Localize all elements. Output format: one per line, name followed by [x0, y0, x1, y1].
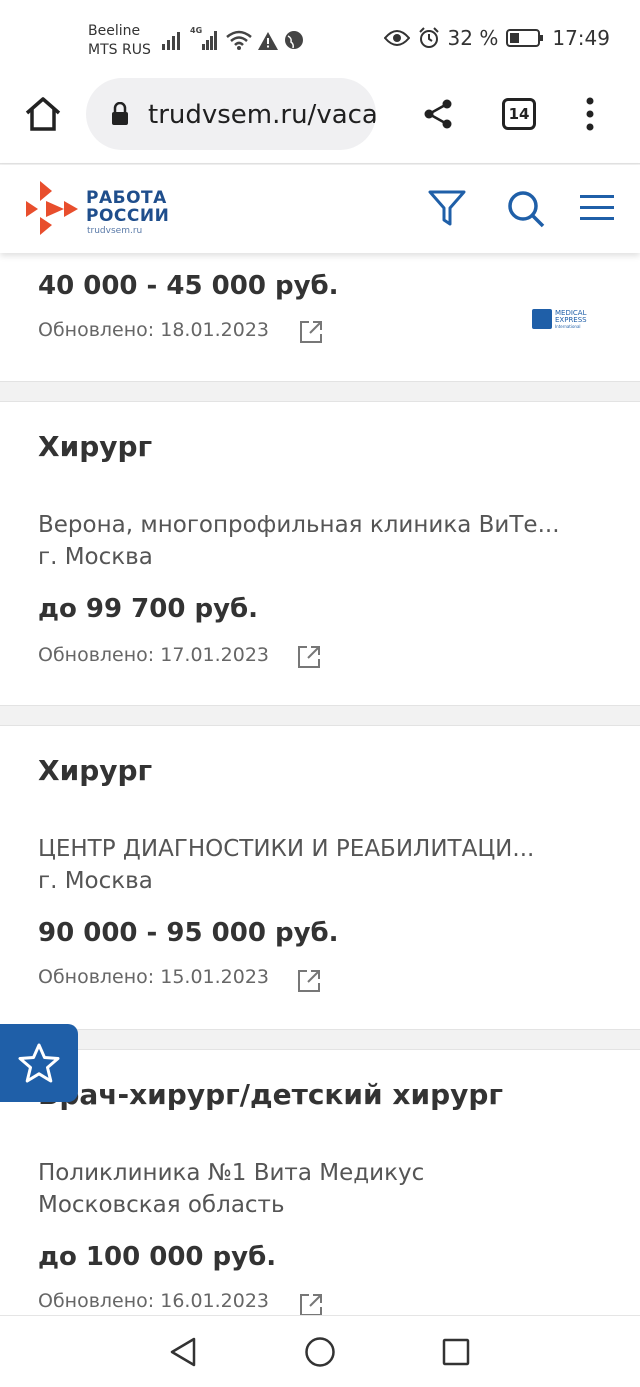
- external-link-icon[interactable]: [296, 968, 322, 994]
- search-icon[interactable]: [506, 189, 546, 229]
- battery-icon: [506, 29, 544, 47]
- company-name: Верона, многопрофильная клиника ВиТе...: [38, 512, 560, 538]
- tabs-button[interactable]: 14: [502, 98, 536, 130]
- carrier-1: Beeline: [88, 23, 141, 39]
- alarm-icon: [418, 27, 439, 48]
- warning-icon: [258, 32, 278, 50]
- salary: до 100 000 руб.: [38, 1242, 277, 1272]
- salary: 40 000 - 45 000 руб.: [38, 271, 339, 301]
- url-text: trudvsem.ru/vaca: [148, 100, 376, 130]
- salary: до 99 700 руб.: [38, 594, 259, 624]
- logo-line-1: РАБОТА: [86, 188, 167, 208]
- filter-icon[interactable]: [428, 189, 466, 227]
- company-name: ЦЕНТР ДИАГНОСТИКИ И РЕАБИЛИТАЦИ...: [38, 836, 535, 862]
- globe-icon: [285, 31, 303, 49]
- updated-date: Обновлено: 16.01.2023: [38, 1290, 270, 1312]
- signal-icon: [162, 32, 180, 50]
- salary: 90 000 - 95 000 руб.: [38, 918, 339, 948]
- vacancy-card[interactable]: Хирург ЦЕНТР ДИАГНОСТИКИ И РЕАБИЛИТАЦИ..…: [0, 725, 640, 1030]
- company-logo: MEDICAL EXPRESS International: [532, 307, 602, 331]
- home-icon[interactable]: [24, 96, 62, 132]
- updated-date: Обновлено: 15.01.2023: [38, 966, 270, 988]
- hamburger-menu-icon[interactable]: [580, 193, 614, 223]
- browser-toolbar: trudvsem.ru/vaca 14: [0, 78, 640, 164]
- more-menu-icon[interactable]: [582, 96, 598, 132]
- share-icon[interactable]: [422, 98, 454, 130]
- vacancy-title[interactable]: Хирург: [38, 754, 152, 787]
- location: г. Москва: [38, 544, 153, 570]
- eye-icon: [383, 30, 410, 46]
- vacancy-title[interactable]: Хирург: [38, 430, 152, 463]
- carrier-info: Beeline MTS RUS: [88, 22, 151, 60]
- updated-date: Обновлено: 18.01.2023: [38, 319, 270, 341]
- location: г. Москва: [38, 868, 153, 894]
- status-icons-left: 4G: [162, 26, 304, 50]
- carrier-2: MTS RUS: [88, 42, 151, 58]
- back-icon[interactable]: [168, 1336, 198, 1368]
- address-bar[interactable]: trudvsem.ru/vaca: [86, 78, 376, 150]
- company-logo-mark: [532, 309, 552, 329]
- system-nav-bar: [0, 1315, 640, 1387]
- site-header: РАБОТА РОССИИ trudvsem.ru: [0, 165, 640, 253]
- clock: 17:49: [552, 26, 610, 50]
- logo-subtitle: trudvsem.ru: [87, 226, 143, 236]
- star-icon: [18, 1043, 60, 1083]
- updated-date: Обновлено: 17.01.2023: [38, 644, 270, 666]
- recents-icon[interactable]: [442, 1338, 470, 1366]
- vacancy-card[interactable]: Хирург Верона, многопрофильная клиника В…: [0, 401, 640, 706]
- company-name: Поликлиника №1 Вита Медикус: [38, 1160, 425, 1186]
- wifi-icon: [226, 30, 252, 50]
- lock-icon: [112, 102, 128, 125]
- external-link-icon[interactable]: [296, 644, 322, 670]
- tabs-count: 14: [508, 105, 530, 123]
- logo-line-2: РОССИИ: [86, 206, 170, 226]
- battery-percent: 32 %: [447, 26, 499, 50]
- company-logo-text: MEDICAL EXPRESS International: [555, 308, 587, 329]
- logo-text: РАБОТА РОССИИ: [86, 189, 169, 225]
- vacancy-title[interactable]: Врач-хирург/детский хирург: [38, 1078, 503, 1111]
- location: Московская область: [38, 1192, 285, 1218]
- status-bar: Beeline MTS RUS 4G 32 % 17:49: [0, 0, 640, 78]
- external-link-icon[interactable]: [298, 319, 324, 345]
- home-nav-icon[interactable]: [304, 1336, 336, 1368]
- signal-4g-icon: 4G: [190, 26, 220, 50]
- site-logo[interactable]: РАБОТА РОССИИ trudvsem.ru: [0, 165, 200, 253]
- favorites-button[interactable]: [0, 1024, 78, 1102]
- status-icons-right: 32 % 17:49: [383, 26, 610, 50]
- vacancy-card[interactable]: Врач-хирург/детский хирург Поликлиника №…: [0, 1049, 640, 1349]
- logo-mark-icon: [26, 181, 78, 235]
